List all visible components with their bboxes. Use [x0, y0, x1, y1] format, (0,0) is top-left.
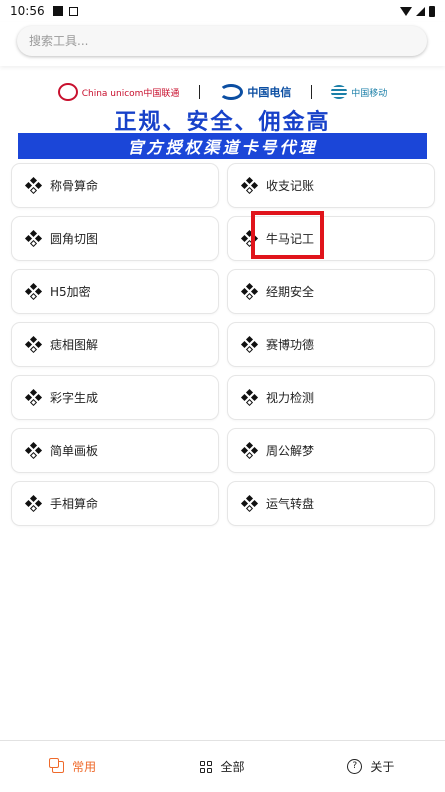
banner-subline: 官方授权渠道卡号代理	[18, 133, 427, 159]
telecom-logo-text: 中国电信	[247, 86, 292, 99]
diamond-cluster-icon	[24, 229, 43, 247]
diamond-cluster-icon	[240, 388, 259, 406]
tool-card-label: 称骨算命	[50, 179, 99, 193]
unicom-logo-text: China unicom中国联通	[81, 88, 180, 99]
diamond-cluster-icon	[240, 335, 259, 353]
diamond-cluster-icon	[24, 282, 43, 300]
diamond-cluster-icon	[24, 176, 43, 194]
unicom-knot-icon	[57, 83, 78, 101]
tool-card[interactable]: 周公解梦	[227, 428, 435, 473]
tool-card[interactable]: 痣相图解	[11, 322, 219, 367]
help-icon: ?	[347, 759, 363, 774]
logo-divider	[310, 85, 312, 99]
status-bar: 10:56	[0, 0, 445, 22]
tool-card[interactable]: 收支记账	[227, 163, 435, 208]
tool-card-label: 手相算命	[50, 497, 99, 511]
diamond-cluster-icon	[240, 229, 259, 247]
carrier-logos: China unicom中国联通 中国电信 中国移动	[18, 77, 427, 107]
tool-card-label: 周公解梦	[266, 444, 315, 458]
diamond-cluster-icon	[24, 335, 43, 353]
mobile-logo: 中国移动	[331, 85, 387, 99]
copy-icon	[49, 757, 65, 773]
tool-card[interactable]: 简单画板	[11, 428, 219, 473]
tool-card[interactable]: 彩字生成	[11, 375, 219, 420]
notification-icon-2	[68, 6, 78, 16]
tool-card[interactable]: 赛博功德	[227, 322, 435, 367]
nav-tab-common[interactable]: 常用	[0, 741, 148, 792]
banner-headline: 正规、安全、佣金高	[18, 107, 427, 135]
tool-card[interactable]: 牛马记工	[227, 216, 435, 261]
status-time: 10:56	[10, 4, 45, 18]
tool-card[interactable]: 运气转盘	[227, 481, 435, 526]
tool-card[interactable]: 经期安全	[227, 269, 435, 314]
tool-card-label: 收支记账	[266, 179, 315, 193]
tool-card-label: 彩字生成	[50, 391, 99, 405]
tool-card-label: 经期安全	[266, 285, 315, 299]
diamond-cluster-icon	[24, 388, 43, 406]
diamond-cluster-icon	[240, 441, 259, 459]
telecom-swoosh-icon	[219, 84, 244, 100]
mobile-logo-text: 中国移动	[351, 88, 388, 99]
diamond-cluster-icon	[24, 494, 43, 512]
battery-icon	[429, 5, 435, 17]
promo-banner[interactable]: China unicom中国联通 中国电信 中国移动 正规、安全、佣金高 官方授…	[18, 77, 427, 159]
diamond-cluster-icon	[24, 441, 43, 459]
nav-tab-about[interactable]: ? 关于	[297, 741, 445, 792]
nav-tab-about-label: 关于	[370, 760, 395, 774]
tool-card-label: 视力检测	[266, 391, 315, 405]
logo-divider	[198, 85, 200, 99]
telecom-logo: 中国电信	[219, 84, 291, 100]
tool-card[interactable]: 手相算命	[11, 481, 219, 526]
diamond-cluster-icon	[240, 282, 259, 300]
tool-card-label: 赛博功德	[266, 338, 315, 352]
nav-tab-all-label: 全部	[220, 760, 245, 774]
grid-icon	[200, 760, 213, 773]
nav-tab-all[interactable]: 全部	[148, 741, 296, 792]
nav-tab-common-label: 常用	[72, 760, 97, 774]
wifi-icon	[400, 6, 412, 16]
bottom-nav: 常用 全部 ? 关于	[0, 740, 445, 792]
tool-card-label: 简单画板	[50, 444, 99, 458]
tool-card-label: 牛马记工	[266, 232, 315, 246]
tool-card[interactable]: 圆角切图	[11, 216, 219, 261]
tool-card[interactable]: H5加密	[11, 269, 219, 314]
search-input[interactable]	[17, 26, 427, 56]
tool-card-label: H5加密	[50, 285, 91, 299]
tool-card[interactable]: 视力检测	[227, 375, 435, 420]
notification-icon	[52, 6, 63, 16]
mobile-wave-icon	[331, 85, 348, 99]
unicom-logo: China unicom中国联通	[57, 83, 180, 101]
diamond-cluster-icon	[240, 176, 259, 194]
search-bar	[0, 22, 445, 66]
signal-icon	[416, 6, 425, 16]
status-icons	[400, 5, 435, 17]
tool-grid: 称骨算命 收支记账圆角切图 牛马记工 H5加密 经期安全痣相图解 赛博功德彩字生成 视力检测…	[11, 163, 435, 526]
tool-card-label: 痣相图解	[50, 338, 99, 352]
tool-card-label: 运气转盘	[266, 497, 315, 511]
tool-card-label: 圆角切图	[50, 232, 99, 246]
tool-card[interactable]: 称骨算命	[11, 163, 219, 208]
diamond-cluster-icon	[240, 494, 259, 512]
